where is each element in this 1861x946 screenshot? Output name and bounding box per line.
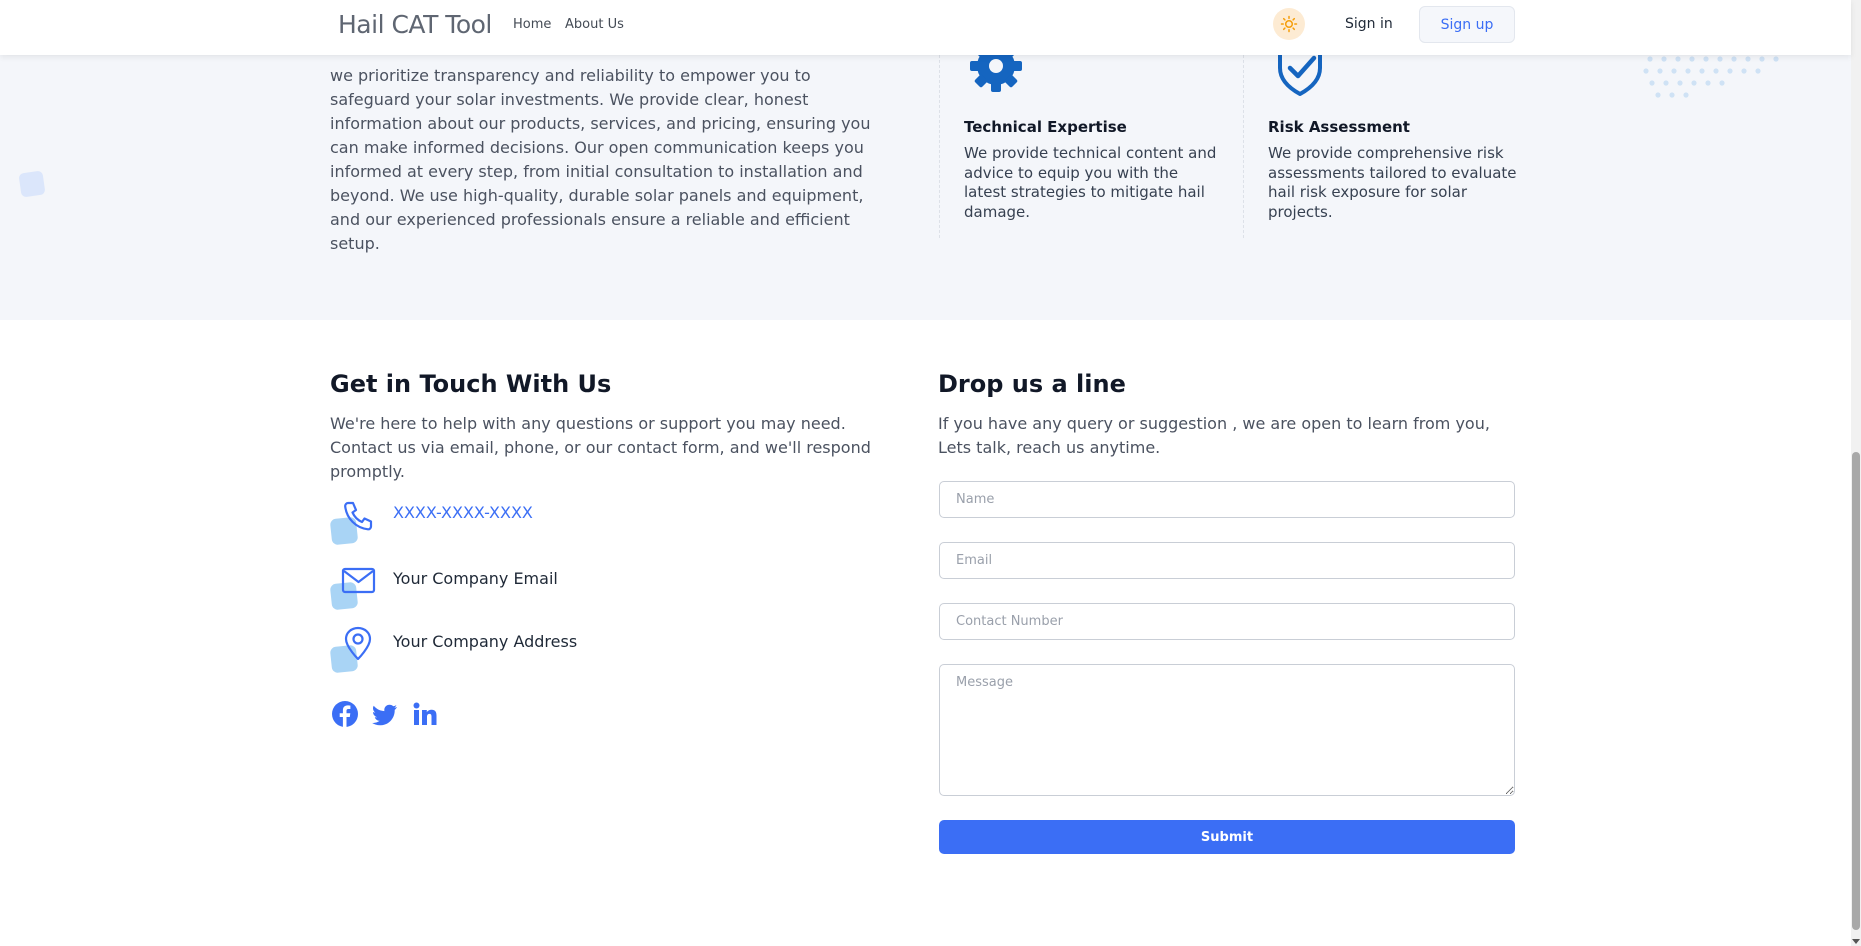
email-text: Your Company Email (393, 569, 558, 588)
linkedin-icon[interactable] (411, 700, 439, 728)
theme-toggle-button[interactable] (1273, 8, 1305, 40)
facebook-icon[interactable] (331, 700, 359, 728)
feature-title: Risk Assessment (1268, 118, 1410, 136)
name-input[interactable] (939, 481, 1515, 518)
sign-in-link[interactable]: Sign in (1345, 16, 1393, 32)
location-pin-icon (344, 626, 372, 661)
contact-title: Get in Touch With Us (330, 370, 612, 398)
contact-info-section: Get in Touch With Us We're here to help … (330, 370, 910, 484)
submit-button[interactable]: Submit (939, 820, 1515, 854)
phone-number-link[interactable]: XXXX-XXXX-XXXX (393, 503, 533, 522)
feature-description: We provide comprehensive risk assessment… (1268, 144, 1517, 221)
scroll-down-arrow-icon[interactable] (1852, 939, 1860, 944)
form-title: Drop us a line (938, 370, 1126, 398)
nav-about-link[interactable]: About Us (565, 17, 624, 32)
form-description: If you have any query or suggestion , we… (938, 414, 1490, 457)
dot-pattern-decoration (1643, 56, 1779, 98)
top-navbar: Hail CAT Tool Home About Us Sign in Sign… (0, 0, 1851, 55)
phone-icon (344, 501, 373, 531)
contact-email: Your Company Email (329, 561, 730, 617)
address-text: Your Company Address (393, 632, 578, 651)
nav-home-link[interactable]: Home (513, 17, 551, 32)
about-paragraph: we prioritize transparency and reliabili… (330, 66, 871, 253)
mail-icon (341, 567, 376, 594)
contact-address: Your Company Address (329, 624, 730, 680)
message-textarea[interactable] (939, 664, 1515, 796)
contact-phone: XXXX-XXXX-XXXX (329, 496, 730, 552)
twitter-icon[interactable] (371, 700, 399, 728)
feature-description: We provide technical content and advice … (964, 144, 1217, 221)
feature-title: Technical Expertise (964, 118, 1127, 136)
scrollbar-thumb[interactable] (1852, 452, 1860, 930)
email-input[interactable] (939, 542, 1515, 579)
sun-icon (1280, 15, 1298, 33)
contact-number-input[interactable] (939, 603, 1515, 640)
decorative-square (18, 170, 46, 198)
page-scrollbar[interactable] (1851, 0, 1861, 946)
sign-up-button[interactable]: Sign up (1419, 6, 1515, 43)
brand-logo[interactable]: Hail CAT Tool (338, 10, 492, 39)
contact-description: We're here to help with any questions or… (330, 414, 871, 481)
contact-form-header: Drop us a line If you have any query or … (938, 370, 1515, 460)
